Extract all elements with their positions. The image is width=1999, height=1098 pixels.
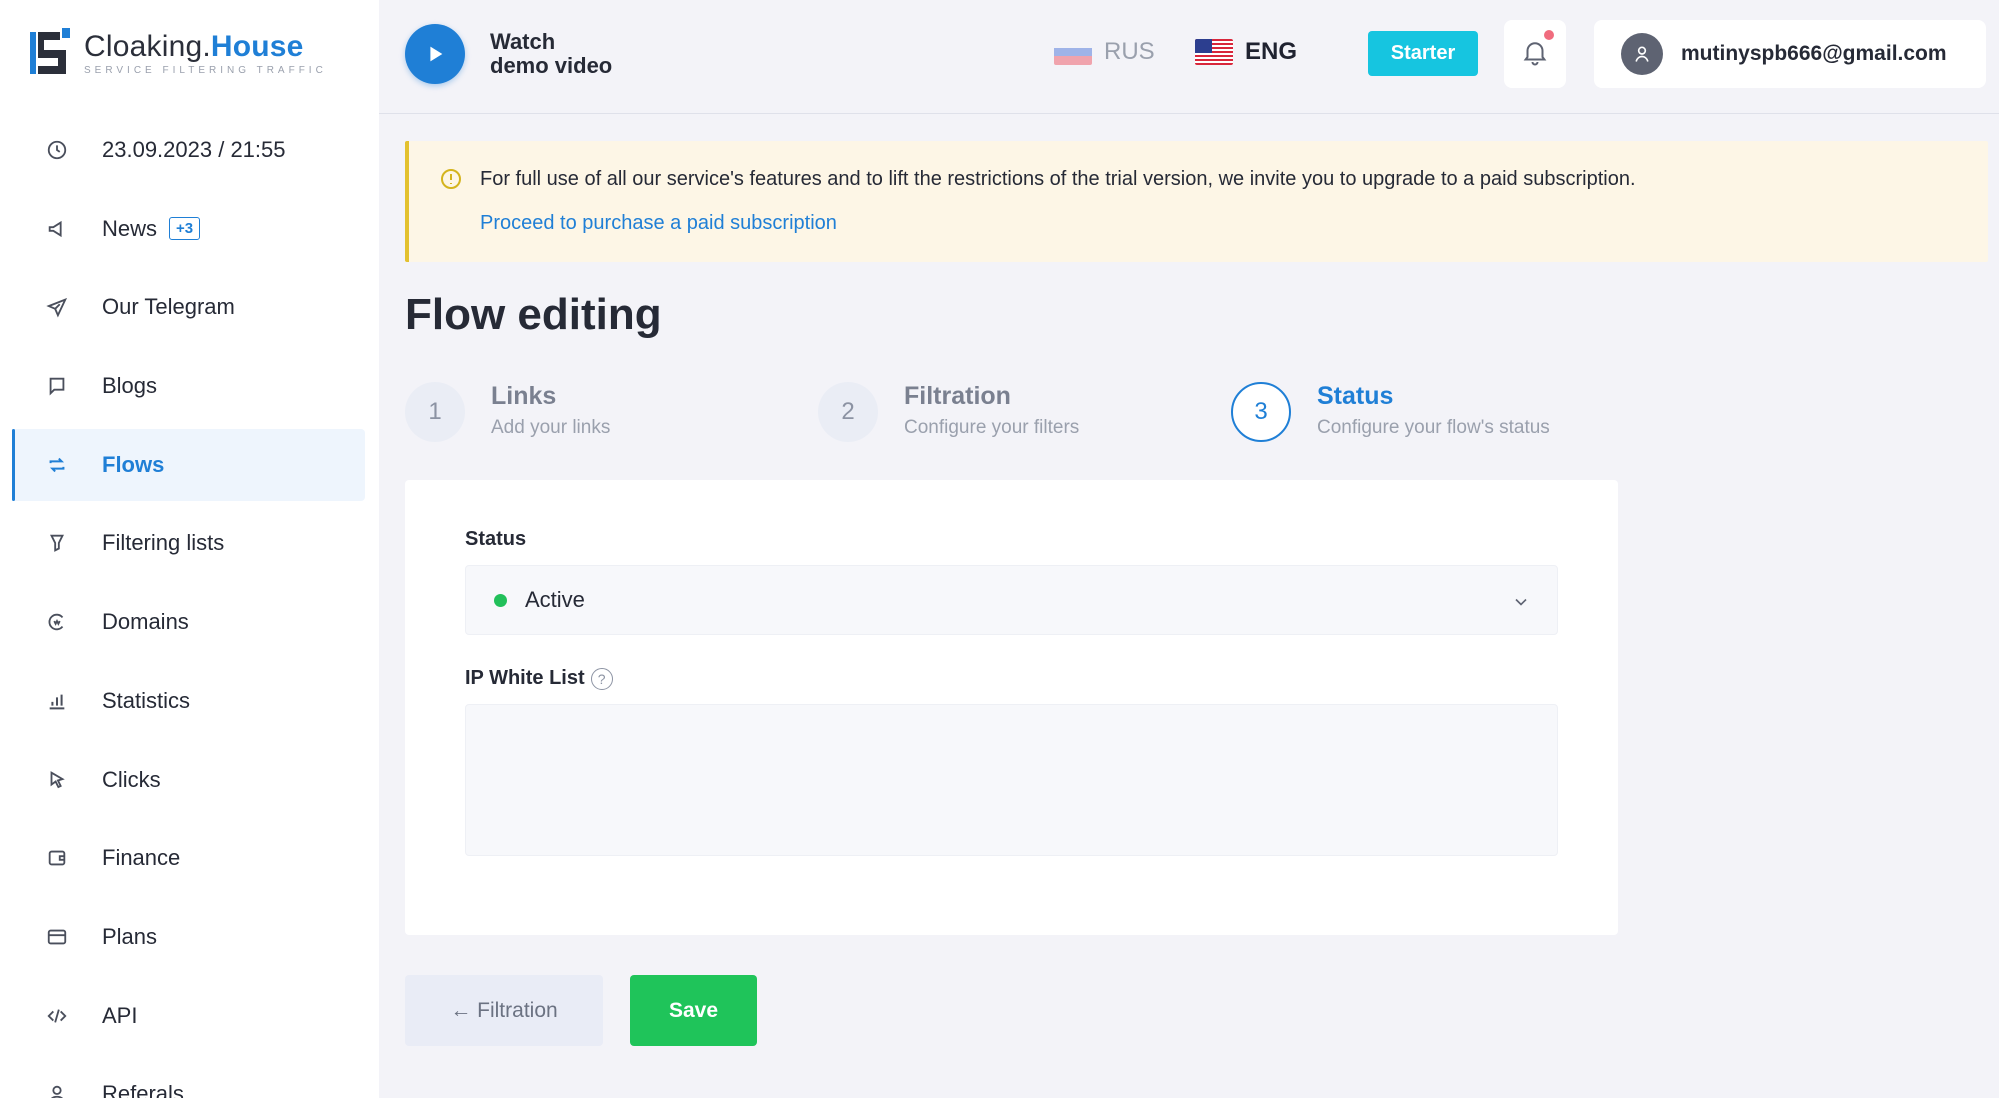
language-rus[interactable]: RUS xyxy=(1054,38,1155,66)
logo-title: Cloaking.House xyxy=(84,30,304,63)
notifications-button[interactable] xyxy=(1504,20,1566,88)
sidebar-item-label: Blogs xyxy=(102,373,158,399)
step-number: 1 xyxy=(405,382,465,442)
sidebar-item-domains[interactable]: Domains xyxy=(12,586,365,658)
sidebar-item-telegram[interactable]: Our Telegram xyxy=(12,271,365,343)
demo-video-label: Watch demo video xyxy=(490,29,613,78)
chevron-down-icon xyxy=(1511,592,1531,618)
back-to-filtration-button[interactable]: ← Filtration xyxy=(405,975,603,1046)
sidebar-item-plans[interactable]: Plans xyxy=(12,901,365,973)
russia-flag-icon xyxy=(1054,39,1092,65)
sidebar-item-label: Flows xyxy=(102,451,165,477)
sidebar-item-datetime: 23.09.2023 / 21:55 xyxy=(12,114,365,186)
bar-chart-icon xyxy=(42,686,72,716)
sidebar-item-label: Filtering lists xyxy=(102,530,225,556)
sidebar-item-clicks[interactable]: Clicks xyxy=(12,744,365,816)
cursor-icon xyxy=(42,765,72,795)
save-button[interactable]: Save xyxy=(630,975,757,1046)
sidebar-item-statistics[interactable]: Statistics xyxy=(12,665,365,737)
sidebar-item-label: Clicks xyxy=(102,766,161,792)
watch-demo-video[interactable]: Watch demo video xyxy=(405,24,612,84)
ip-white-list-label: IP White List ? xyxy=(465,667,613,690)
step-subtitle: Configure your flow's status xyxy=(1317,417,1550,438)
sidebar-item-label: Referals xyxy=(102,1081,184,1098)
step-number: 2 xyxy=(818,382,878,442)
active-status-dot xyxy=(494,593,507,607)
trial-alert: For full use of all our service's featur… xyxy=(405,141,1988,262)
step-filtration[interactable]: 2 Filtration Configure your filters xyxy=(818,382,1079,442)
sidebar-item-label: News xyxy=(102,215,158,241)
status-select[interactable]: Active xyxy=(465,565,1558,635)
logo[interactable]: Cloaking.House SERVICE FILTERING TRAFFIC xyxy=(30,28,327,78)
sidebar-item-api[interactable]: API xyxy=(12,980,365,1052)
plan-badge-button[interactable]: Starter xyxy=(1368,31,1478,76)
step-title: Status xyxy=(1317,382,1394,410)
usa-flag-icon xyxy=(1195,39,1233,65)
sidebar-item-blogs[interactable]: Blogs xyxy=(12,350,365,422)
step-title: Links xyxy=(491,382,557,410)
sidebar-nav: 23.09.2023 / 21:55 News +3 Our Telegram … xyxy=(12,114,365,1098)
sidebar-item-label: Finance xyxy=(102,845,181,871)
chat-icon xyxy=(42,371,72,401)
sidebar-item-label: Our Telegram xyxy=(102,294,235,320)
sidebar-item-label: API xyxy=(102,1002,138,1028)
code-icon xyxy=(42,1001,72,1031)
language-eng[interactable]: ENG xyxy=(1195,38,1297,66)
news-count-badge: +3 xyxy=(169,217,201,241)
user-email: mutinyspb666@gmail.com xyxy=(1681,42,1947,65)
step-subtitle: Configure your filters xyxy=(904,417,1080,438)
alert-text: For full use of all our service's featur… xyxy=(480,168,1636,190)
sidebar-item-label: 23.09.2023 / 21:55 xyxy=(102,137,286,162)
step-status[interactable]: 3 Status Configure your flow's status xyxy=(1231,382,1550,442)
sidebar-item-flows[interactable]: Flows xyxy=(12,428,365,501)
card-icon xyxy=(42,922,72,952)
help-icon[interactable]: ? xyxy=(590,667,613,690)
wallet-icon xyxy=(42,843,72,873)
step-title: Filtration xyxy=(904,382,1011,410)
bell-icon xyxy=(1520,37,1550,72)
logo-tagline: SERVICE FILTERING TRAFFIC xyxy=(84,65,327,76)
flows-icon xyxy=(42,450,72,480)
status-value: Active xyxy=(525,587,585,612)
status-label: Status xyxy=(465,528,527,550)
sidebar-item-finance[interactable]: Finance xyxy=(12,822,365,894)
logo-mark-icon xyxy=(30,28,70,78)
step-subtitle: Add your links xyxy=(491,417,611,438)
ip-white-list-textarea[interactable] xyxy=(465,704,1558,856)
sidebar-item-label: Plans xyxy=(102,923,158,949)
user-menu[interactable]: mutinyspb666@gmail.com xyxy=(1594,20,1986,88)
page-title: Flow editing xyxy=(405,290,662,339)
sidebar-item-referals[interactable]: Referals xyxy=(12,1058,365,1098)
step-number: 3 xyxy=(1231,382,1291,442)
warning-icon xyxy=(439,167,463,191)
sidebar-item-filtering-lists[interactable]: Filtering lists xyxy=(12,507,365,579)
user-icon xyxy=(42,1079,72,1098)
step-links[interactable]: 1 Links Add your links xyxy=(405,382,610,442)
filter-icon xyxy=(42,528,72,558)
sidebar-item-label: Statistics xyxy=(102,687,191,713)
avatar xyxy=(1621,33,1663,75)
sidebar: Cloaking.House SERVICE FILTERING TRAFFIC… xyxy=(0,0,379,1098)
topbar: Watch demo video RUS ENG Starter mutinys… xyxy=(379,0,1999,114)
purchase-subscription-link[interactable]: Proceed to purchase a paid subscription xyxy=(480,212,837,235)
play-icon[interactable] xyxy=(405,24,465,84)
domain-icon xyxy=(42,607,72,637)
notification-dot xyxy=(1544,30,1554,40)
telegram-icon xyxy=(42,292,72,322)
status-form-card: Status Active IP White List ? xyxy=(405,480,1618,935)
sidebar-item-news[interactable]: News +3 xyxy=(12,193,365,265)
sidebar-item-label: Domains xyxy=(102,609,189,635)
megaphone-icon xyxy=(42,214,72,244)
clock-icon xyxy=(42,135,72,165)
